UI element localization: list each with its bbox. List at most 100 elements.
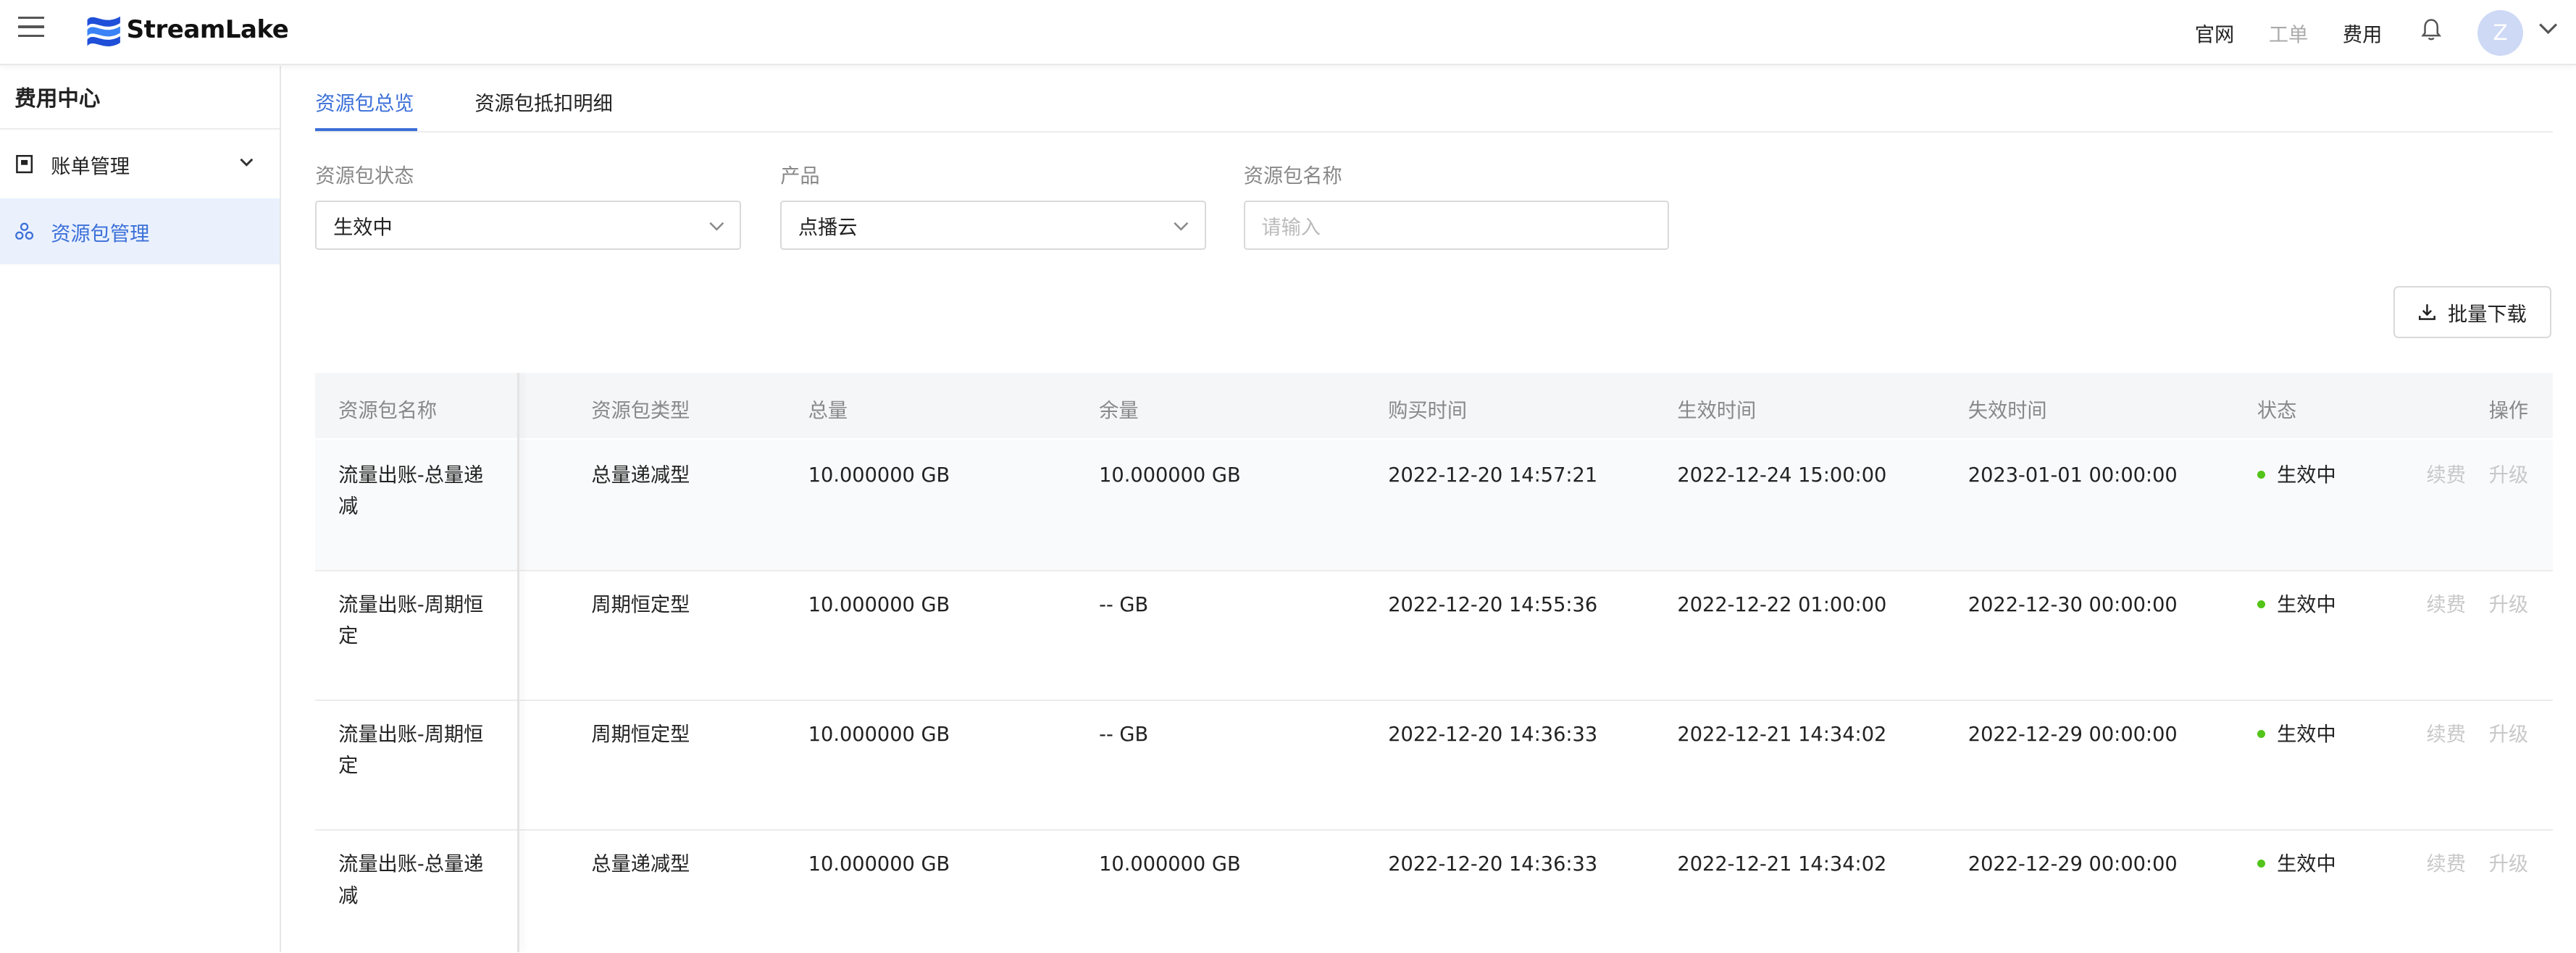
upgrade-link[interactable]: 升级 <box>2489 589 2528 621</box>
cell-purchase-time: 2022-12-20 14:55:36 <box>1388 594 1598 617</box>
cell-name: 流量出账-总量递减 <box>338 463 484 519</box>
cell-effective-time: 2022-12-22 01:00:00 <box>1677 594 1887 617</box>
cell-type: 总量递减型 <box>591 853 690 876</box>
user-avatar[interactable]: Z <box>2477 9 2524 56</box>
status-select-value: 生效中 <box>333 216 393 239</box>
sidebar-title: 费用中心 <box>0 66 280 130</box>
sidebar-item-bill-management[interactable]: 账单管理 <box>0 131 280 197</box>
cell-effective-time: 2022-12-24 15:00:00 <box>1677 463 1887 487</box>
col-header-remaining: 余量 <box>1099 400 1139 423</box>
chevron-down-icon <box>709 222 724 231</box>
cell-name: 流量出账-总量递减 <box>338 853 484 907</box>
bill-icon <box>16 155 33 174</box>
nav-billing[interactable]: 费用 <box>2343 18 2382 47</box>
top-bar: StreamLake 官网 工单 费用 Z <box>0 0 2576 66</box>
cell-status: 生效中 <box>2257 719 2336 750</box>
cell-expiry-time: 2022-12-30 00:00:00 <box>1967 594 2178 617</box>
col-header-purchase-time: 购买时间 <box>1388 400 1468 423</box>
renew-link[interactable]: 续费 <box>2427 849 2466 880</box>
col-header-type: 资源包类型 <box>591 400 690 423</box>
package-name-placeholder: 请输入 <box>1261 216 1321 239</box>
col-header-status: 状态 <box>2257 400 2297 423</box>
status-select[interactable]: 生效中 <box>315 200 741 250</box>
name-filter-label: 资源包名称 <box>1243 164 1342 188</box>
cell-status: 生效中 <box>2257 589 2336 621</box>
status-filter-label: 资源包状态 <box>315 164 414 188</box>
sidebar-item-label: 账单管理 <box>51 155 130 178</box>
batch-download-button[interactable]: 批量下载 <box>2393 285 2551 339</box>
upgrade-link[interactable]: 升级 <box>2489 849 2528 880</box>
table-row: 流量出账-周期恒定 周期恒定型 10.000000 GB -- GB 2022-… <box>315 570 2554 702</box>
cell-type: 周期恒定型 <box>591 594 690 617</box>
sidebar: 费用中心 账单管理 资源包管理 <box>0 65 281 953</box>
sidebar-item-package-management[interactable]: 资源包管理 <box>0 198 280 265</box>
cell-purchase-time: 2022-12-20 14:36:33 <box>1388 723 1598 747</box>
cell-status: 生效中 <box>2257 460 2336 491</box>
status-text: 生效中 <box>2277 463 2336 487</box>
status-text: 生效中 <box>2277 853 2336 876</box>
table-header: 资源包名称 资源包类型 总量 余量 购买时间 生效时间 失效时间 状态 操作 <box>315 372 2554 439</box>
cell-remaining: -- GB <box>1099 594 1149 617</box>
product-filter-label: 产品 <box>780 164 820 188</box>
status-dot-icon <box>2257 600 2266 608</box>
status-text: 生效中 <box>2277 594 2336 617</box>
table-row: 流量出账-总量递减 总量递减型 10.000000 GB 10.000000 G… <box>315 829 2553 952</box>
cell-type: 总量递减型 <box>591 463 690 487</box>
cell-total: 10.000000 GB <box>808 594 950 617</box>
download-icon <box>2419 304 2436 321</box>
cell-remaining: -- GB <box>1099 723 1149 747</box>
streamlake-logo-icon <box>87 16 120 46</box>
status-dot-icon <box>2257 729 2266 739</box>
tab-deduction-details[interactable]: 资源包抵扣明细 <box>474 87 612 116</box>
bell-icon[interactable] <box>2418 17 2444 43</box>
cell-effective-time: 2022-12-21 14:34:02 <box>1677 723 1887 747</box>
sidebar-item-label: 资源包管理 <box>51 222 150 245</box>
main-content: 资源包总览 资源包抵扣明细 资源包状态 生效中 产品 点播云 资源包名称 请输入 <box>281 66 2576 953</box>
upgrade-link[interactable]: 升级 <box>2489 460 2528 491</box>
cell-expiry-time: 2022-12-29 00:00:00 <box>1967 853 2178 876</box>
chevron-down-icon <box>1174 222 1189 231</box>
chevron-down-icon[interactable] <box>2538 21 2558 38</box>
renew-link[interactable]: 续费 <box>2427 460 2466 491</box>
nav-official-site[interactable]: 官网 <box>2195 18 2234 47</box>
status-text: 生效中 <box>2277 723 2336 747</box>
status-dot-icon <box>2257 470 2266 479</box>
renew-link[interactable]: 续费 <box>2427 719 2466 750</box>
tab-package-overview[interactable]: 资源包总览 <box>315 87 414 116</box>
cell-total: 10.000000 GB <box>808 853 950 876</box>
cell-total: 10.000000 GB <box>808 723 950 747</box>
product-select[interactable]: 点播云 <box>780 200 1206 250</box>
upgrade-link[interactable]: 升级 <box>2489 719 2528 750</box>
cell-effective-time: 2022-12-21 14:34:02 <box>1677 853 1887 876</box>
col-header-expiry-time: 失效时间 <box>1967 400 2047 423</box>
package-table: 资源包名称 资源包类型 总量 余量 购买时间 生效时间 失效时间 状态 操作 流… <box>315 372 2554 953</box>
cell-name: 流量出账-周期恒定 <box>338 594 484 648</box>
nav-tickets[interactable]: 工单 <box>2269 18 2308 47</box>
active-tab-indicator <box>315 127 417 132</box>
cell-status: 生效中 <box>2257 849 2336 880</box>
renew-link[interactable]: 续费 <box>2427 589 2466 621</box>
cell-remaining: 10.000000 GB <box>1099 463 1241 487</box>
brand-logo[interactable]: StreamLake <box>84 10 289 49</box>
cell-expiry-time: 2023-01-01 00:00:00 <box>1967 463 2178 487</box>
col-header-actions: 操作 <box>2488 400 2529 423</box>
cell-purchase-time: 2022-12-20 14:36:33 <box>1388 853 1598 876</box>
product-select-value: 点播云 <box>798 216 858 239</box>
table-row: 流量出账-总量递减 总量递减型 10.000000 GB 10.000000 G… <box>315 440 2554 571</box>
cell-type: 周期恒定型 <box>591 723 690 747</box>
cell-purchase-time: 2022-12-20 14:57:21 <box>1388 463 1598 487</box>
fixed-column-divider <box>517 372 519 953</box>
batch-download-label: 批量下载 <box>2448 303 2527 326</box>
tab-bar: 资源包总览 资源包抵扣明细 <box>315 66 2554 133</box>
app-root: StreamLake 官网 工单 费用 Z 费用中心 账单管理 资源包管理 资源… <box>0 0 2576 953</box>
cell-remaining: 10.000000 GB <box>1099 853 1241 876</box>
hamburger-menu-icon[interactable] <box>17 13 45 39</box>
col-header-effective-time: 生效时间 <box>1677 400 1757 423</box>
chevron-down-icon <box>240 158 254 167</box>
package-name-input[interactable]: 请输入 <box>1243 200 1670 250</box>
cell-name: 流量出账-周期恒定 <box>338 723 484 778</box>
cell-expiry-time: 2022-12-29 00:00:00 <box>1967 723 2178 747</box>
package-icon <box>15 222 34 240</box>
cell-total: 10.000000 GB <box>808 463 950 487</box>
col-header-total: 总量 <box>808 400 848 423</box>
